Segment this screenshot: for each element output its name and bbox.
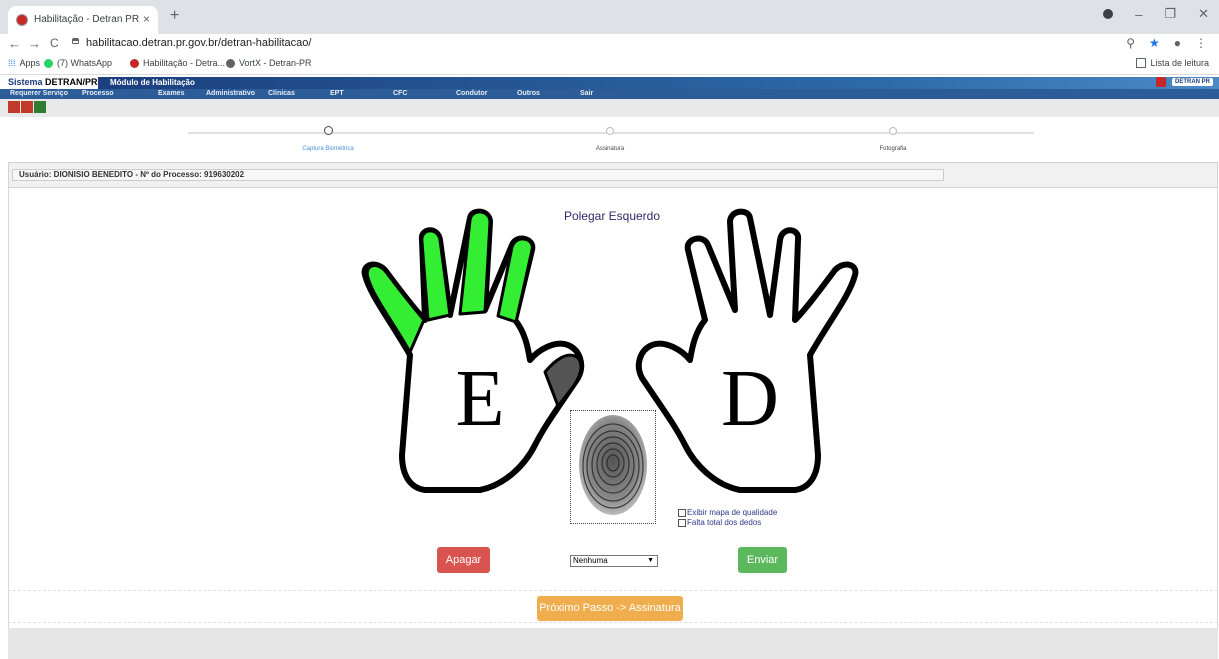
- left-hand-letter: E: [456, 355, 505, 443]
- bookmark-label: VortX - Detran-PR: [239, 58, 312, 68]
- bookmark-label: Habilitação - Detra...: [143, 58, 226, 68]
- bookmark-star-icon[interactable]: ★: [1149, 36, 1160, 50]
- browser-tab-bar: Habilitação - Detran PR × + – ❐ ✕: [0, 0, 1219, 34]
- profile-dot-icon[interactable]: [1103, 9, 1114, 19]
- detran-favicon-icon: [130, 58, 139, 68]
- bookmark-label: Apps: [19, 58, 41, 68]
- missing-fingers-option[interactable]: Falta total dos dedos: [678, 518, 761, 527]
- toolbar-strip: [0, 99, 1219, 117]
- menu-item-clinicas[interactable]: Clínicas: [268, 90, 295, 97]
- module-title: Módulo de Habilitação: [110, 78, 195, 87]
- left-ring-captured: [420, 229, 452, 322]
- bookmark-label: (7) WhatsApp: [57, 58, 113, 68]
- missing-fingers-checkbox[interactable]: [678, 518, 686, 527]
- step-marker-captura: [324, 126, 333, 135]
- user-process-info: Usuário: DIONISIO BENEDITO - Nº do Proce…: [12, 169, 944, 181]
- menu-item-administrativo[interactable]: Administrativo: [206, 90, 255, 97]
- step-label-captura: Captura Biométrica: [302, 146, 354, 152]
- header-logos: DETRAN PR: [1155, 77, 1213, 87]
- divider: [8, 590, 1218, 591]
- right-hand-outline: [635, 208, 859, 493]
- menu-item-requerer-servico[interactable]: Requerer Serviço: [10, 90, 68, 97]
- left-middle-captured: [458, 210, 492, 316]
- reload-button[interactable]: C: [50, 36, 59, 50]
- right-hand: [635, 208, 859, 493]
- lock-icon[interactable]: [72, 38, 79, 44]
- window-controls: – ❐ ✕: [1103, 6, 1209, 22]
- quality-map-checkbox[interactable]: [678, 508, 686, 517]
- apagar-button[interactable]: Apagar: [437, 547, 490, 573]
- quality-map-option[interactable]: Exibir mapa de qualidade: [678, 508, 777, 517]
- step-marker-fotografia: [889, 127, 897, 135]
- bookmarks-bar: ⁞⁞⁞ Apps (7) WhatsApp Habilitação - Detr…: [0, 54, 1219, 75]
- exception-select[interactable]: Nenhuma ▼: [570, 555, 658, 567]
- menu-item-condutor[interactable]: Condutor: [456, 90, 488, 97]
- enviar-button[interactable]: Enviar: [738, 547, 787, 573]
- step-label-fotografia: Fotografia: [879, 146, 907, 152]
- menu-item-outros[interactable]: Outros: [517, 90, 540, 97]
- divider: [8, 622, 1218, 623]
- site-header: Sistema DETRAN/PR Módulo de Habilitação: [0, 75, 1219, 89]
- reading-list[interactable]: Lista de leitura: [1136, 58, 1209, 68]
- fingerprint-preview: [570, 410, 656, 524]
- back-button[interactable]: ←: [8, 36, 21, 51]
- new-tab-button[interactable]: +: [170, 7, 179, 25]
- browser-menu-icon[interactable]: ⋮: [1195, 36, 1207, 50]
- system-name: DETRAN/PR: [45, 77, 98, 87]
- chevron-down-icon: ▼: [647, 557, 654, 564]
- step-label-assinatura: Assinatura: [595, 146, 625, 152]
- left-pinky-captured: [365, 263, 426, 354]
- zoom-icon[interactable]: ⚲: [1126, 36, 1135, 50]
- whatsapp-icon: [44, 58, 53, 68]
- toolbar-icons: [8, 101, 46, 113]
- tab-close-icon[interactable]: ×: [143, 12, 150, 26]
- detran-favicon-icon: [16, 14, 28, 26]
- bookmark-whatsapp[interactable]: (7) WhatsApp: [44, 58, 112, 68]
- exit-tool-icon[interactable]: [34, 101, 46, 113]
- apps-grid-icon: ⁞⁞⁞: [8, 58, 16, 68]
- address-bar-row: ← → C habilitacao.detran.pr.gov.br/detra…: [0, 34, 1219, 54]
- system-prefix: Sistema: [8, 77, 46, 87]
- bookmark-apps[interactable]: ⁞⁞⁞ Apps: [8, 58, 40, 68]
- fingerprint-image: [579, 415, 647, 515]
- exception-select-value: Nenhuma: [573, 556, 608, 565]
- module-banner: [98, 77, 1219, 89]
- detran-logo: DETRAN PR: [1171, 78, 1213, 86]
- profile-icon[interactable]: ●: [1174, 36, 1181, 50]
- address-actions: ⚲ ★ ● ⋮: [1126, 36, 1207, 50]
- reading-list-label: Lista de leitura: [1150, 58, 1209, 68]
- menu-item-ept[interactable]: EPT: [330, 90, 344, 97]
- step-marker-assinatura: [606, 127, 614, 135]
- bookmark-habilitacao[interactable]: Habilitação - Detra...: [130, 58, 225, 68]
- next-step-button[interactable]: Próximo Passo -> Assinatura: [537, 596, 683, 621]
- refresh-tool-icon[interactable]: [8, 101, 20, 113]
- globe-icon: [226, 58, 235, 68]
- browser-tab[interactable]: Habilitação - Detran PR ×: [8, 6, 158, 34]
- menu-item-exames[interactable]: Exames: [158, 90, 184, 97]
- forward-button[interactable]: →: [28, 36, 41, 51]
- bookmark-vortx[interactable]: VortX - Detran-PR: [226, 58, 312, 68]
- right-hand-letter: D: [721, 355, 779, 443]
- page-footer: [8, 628, 1218, 659]
- main-menu: Requerer Serviço Processo Exames Adminis…: [0, 89, 1219, 99]
- restore-button[interactable]: ❐: [1164, 6, 1176, 22]
- quality-map-label: Exibir mapa de qualidade: [687, 508, 778, 517]
- menu-item-processo[interactable]: Processo: [82, 90, 114, 97]
- menu-item-cfc[interactable]: CFC: [393, 90, 407, 97]
- tab-title: Habilitação - Detran PR: [34, 14, 140, 25]
- system-title: Sistema DETRAN/PR: [8, 77, 98, 87]
- close-window-button[interactable]: ✕: [1198, 6, 1209, 22]
- url-field[interactable]: habilitacao.detran.pr.gov.br/detran-habi…: [86, 37, 311, 49]
- left-hand: [361, 208, 585, 493]
- state-coat-of-arms-icon: [1155, 77, 1166, 87]
- reading-list-icon: [1136, 58, 1147, 68]
- menu-item-sair[interactable]: Sair: [580, 90, 593, 97]
- minimize-button[interactable]: –: [1135, 7, 1142, 22]
- document-tool-icon[interactable]: [21, 101, 33, 113]
- missing-fingers-label: Falta total dos dedos: [687, 518, 762, 527]
